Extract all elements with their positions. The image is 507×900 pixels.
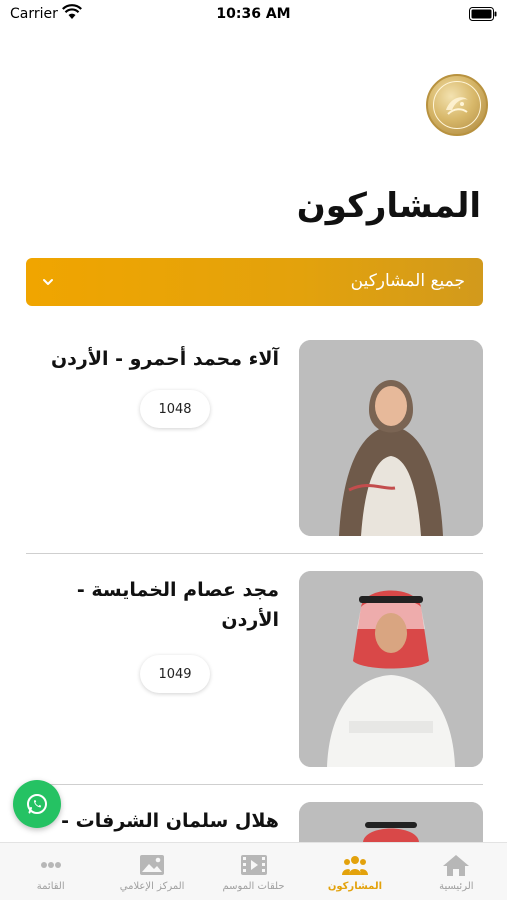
app-logo — [426, 74, 488, 136]
participant-name: هلال سلمان الشرفات - — [61, 810, 279, 832]
tab-participants[interactable]: المشاركون — [304, 843, 405, 900]
chevron-down-icon — [43, 279, 53, 285]
tab-label: المركز الإعلامي — [119, 881, 185, 892]
whatsapp-icon — [27, 794, 47, 814]
bottom-tab-bar: القائمة المركز الإعلامي حلقات الموسم الم… — [0, 842, 507, 900]
participant-card[interactable]: مجد عصام الخمايسة - الأردن 1049 — [26, 571, 483, 771]
tab-label: القائمة — [36, 881, 65, 892]
filter-selected-label: جميع المشاركين — [350, 271, 465, 291]
participant-photo[interactable] — [299, 802, 483, 842]
participant-number-badge: 1049 — [140, 655, 210, 693]
participant-number-badge: 1048 — [140, 390, 210, 428]
participant-card[interactable]: هلال سلمان الشرفات - — [26, 802, 483, 842]
more-icon — [40, 862, 61, 868]
whatsapp-button[interactable] — [13, 780, 61, 828]
participants-filter-dropdown[interactable]: جميع المشاركين — [26, 258, 483, 306]
page-title: المشاركون — [296, 186, 481, 226]
tab-menu[interactable]: القائمة — [0, 843, 101, 900]
participants-icon — [341, 856, 368, 875]
tab-label: الرئيسية — [439, 881, 474, 892]
battery-icon — [469, 7, 497, 21]
participant-name: آلاء محمد أحمرو - الأردن — [50, 348, 279, 370]
tab-media-center[interactable]: المركز الإعلامي — [101, 843, 202, 900]
divider — [26, 553, 483, 554]
divider — [26, 784, 483, 785]
status-time: 10:36 AM — [216, 6, 291, 22]
participant-card[interactable]: آلاء محمد أحمرو - الأردن 1048 — [26, 340, 483, 540]
tab-label: المشاركون — [327, 881, 383, 892]
tab-season-episodes[interactable]: حلقات الموسم — [203, 843, 304, 900]
status-bar: Carrier 10:36 AM — [0, 0, 507, 30]
participant-photo[interactable] — [299, 340, 483, 536]
participant-photo[interactable] — [299, 571, 483, 767]
video-icon — [240, 855, 267, 875]
tab-home[interactable]: الرئيسية — [406, 843, 507, 900]
home-icon — [443, 855, 470, 876]
image-icon — [140, 855, 165, 875]
participant-name: مجد عصام الخمايسة - الأردن — [76, 579, 279, 632]
tab-label: حلقات الموسم — [222, 881, 285, 892]
logo-emblem-icon — [446, 97, 468, 115]
